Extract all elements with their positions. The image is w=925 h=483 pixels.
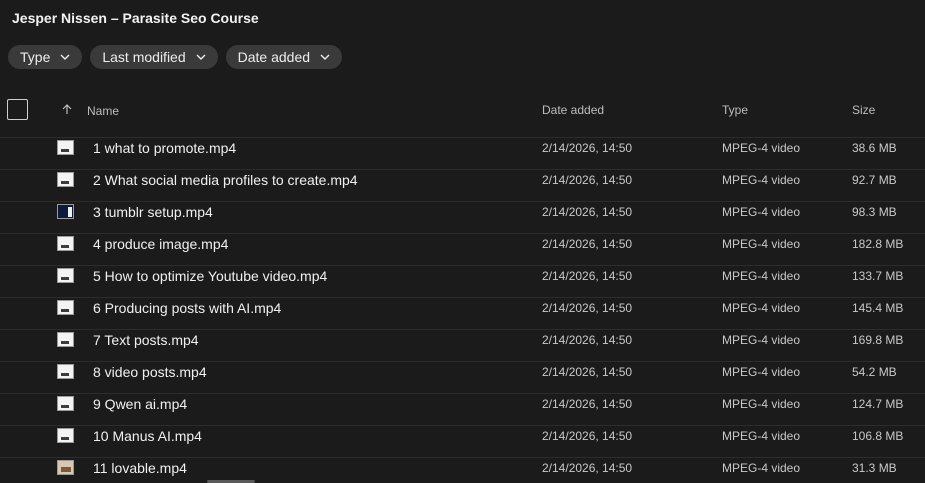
file-size: 31.3 MB xyxy=(852,461,897,475)
file-name: 8 video posts.mp4 xyxy=(93,364,207,380)
chevron-down-icon xyxy=(196,54,206,60)
file-name: 1 what to promote.mp4 xyxy=(93,140,237,156)
file-name: 11 lovable.mp4 xyxy=(93,460,187,476)
file-type: MPEG-4 video xyxy=(722,205,801,219)
file-name: 7 Text posts.mp4 xyxy=(93,332,199,348)
file-type: MPEG-4 video xyxy=(722,397,801,411)
file-size: 145.4 MB xyxy=(852,301,904,315)
file-type: MPEG-4 video xyxy=(722,141,801,155)
file-name: 4 produce image.mp4 xyxy=(93,236,229,252)
video-thumbnail-icon xyxy=(57,300,74,315)
file-name: 3 tumblr setup.mp4 xyxy=(93,204,213,220)
file-type: MPEG-4 video xyxy=(722,461,801,475)
arrow-up-icon[interactable] xyxy=(61,103,73,115)
file-date-added: 2/14/2026, 14:50 xyxy=(542,301,633,315)
chevron-down-icon xyxy=(60,54,70,60)
column-header-type[interactable]: Type xyxy=(722,103,748,117)
chevron-down-icon xyxy=(320,54,330,60)
file-size: 92.7 MB xyxy=(852,173,897,187)
file-date-added: 2/14/2026, 14:50 xyxy=(542,173,633,187)
filter-date-added-button[interactable]: Date added xyxy=(225,45,343,69)
file-type: MPEG-4 video xyxy=(722,269,801,283)
filter-label: Date added xyxy=(237,49,311,65)
video-thumbnail-icon xyxy=(57,140,74,155)
file-date-added: 2/14/2026, 14:50 xyxy=(542,461,633,475)
file-date-added: 2/14/2026, 14:50 xyxy=(542,141,633,155)
file-size: 124.7 MB xyxy=(852,397,904,411)
filter-last-modified-button[interactable]: Last modified xyxy=(90,45,218,69)
file-type: MPEG-4 video xyxy=(722,365,801,379)
file-name: 5 How to optimize Youtube video.mp4 xyxy=(93,268,328,284)
file-name: 10 Manus AI.mp4 xyxy=(93,428,202,444)
video-thumbnail-icon xyxy=(57,364,74,379)
file-date-added: 2/14/2026, 14:50 xyxy=(542,269,633,283)
file-size: 133.7 MB xyxy=(852,269,904,283)
file-row[interactable]: 5 How to optimize Youtube video.mp4 2/14… xyxy=(0,265,925,297)
file-size: 182.8 MB xyxy=(852,237,904,251)
video-thumbnail-icon xyxy=(57,204,74,219)
file-date-added: 2/14/2026, 14:50 xyxy=(542,237,633,251)
file-row[interactable]: 2 What social media profiles to create.m… xyxy=(0,169,925,201)
file-name: 6 Producing posts with AI.mp4 xyxy=(93,300,282,316)
file-size: 38.6 MB xyxy=(852,141,897,155)
file-size: 169.8 MB xyxy=(852,333,904,347)
file-type: MPEG-4 video xyxy=(722,333,801,347)
file-row[interactable]: 7 Text posts.mp4 2/14/2026, 14:50 MPEG-4… xyxy=(0,329,925,361)
file-list: 1 what to promote.mp4 2/14/2026, 14:50 M… xyxy=(0,137,925,483)
column-header-name[interactable]: Name xyxy=(87,104,119,118)
file-date-added: 2/14/2026, 14:50 xyxy=(542,429,633,443)
file-row[interactable]: 3 tumblr setup.mp4 2/14/2026, 14:50 MPEG… xyxy=(0,201,925,233)
video-thumbnail-icon xyxy=(57,236,74,251)
file-name: 9 Qwen ai.mp4 xyxy=(93,396,188,412)
video-thumbnail-icon xyxy=(57,268,74,283)
column-header-row: Name Date added Type Size xyxy=(0,94,925,130)
filter-label: Type xyxy=(20,49,51,65)
folder-title: Jesper Nissen – Parasite Seo Course xyxy=(12,10,259,26)
file-size: 54.2 MB xyxy=(852,365,897,379)
filter-bar: Type Last modified Date added xyxy=(8,45,343,69)
video-thumbnail-icon xyxy=(57,396,74,411)
file-row[interactable]: 9 Qwen ai.mp4 2/14/2026, 14:50 MPEG-4 vi… xyxy=(0,393,925,425)
file-row[interactable]: 10 Manus AI.mp4 2/14/2026, 14:50 MPEG-4 … xyxy=(0,425,925,457)
file-type: MPEG-4 video xyxy=(722,429,801,443)
file-size: 106.8 MB xyxy=(852,429,904,443)
video-thumbnail-icon xyxy=(57,428,74,443)
file-date-added: 2/14/2026, 14:50 xyxy=(542,333,633,347)
file-row[interactable]: 8 video posts.mp4 2/14/2026, 14:50 MPEG-… xyxy=(0,361,925,393)
file-name: 2 What social media profiles to create.m… xyxy=(93,172,358,188)
file-type: MPEG-4 video xyxy=(722,237,801,251)
filter-label: Last modified xyxy=(102,49,186,65)
video-thumbnail-icon xyxy=(57,172,74,187)
file-size: 98.3 MB xyxy=(852,205,897,219)
file-type: MPEG-4 video xyxy=(722,301,801,315)
video-thumbnail-icon xyxy=(57,332,74,347)
column-header-date-added[interactable]: Date added xyxy=(542,103,604,117)
file-date-added: 2/14/2026, 14:50 xyxy=(542,397,633,411)
video-thumbnail-icon xyxy=(57,460,74,475)
file-row[interactable]: 6 Producing posts with AI.mp4 2/14/2026,… xyxy=(0,297,925,329)
file-row[interactable]: 4 produce image.mp4 2/14/2026, 14:50 MPE… xyxy=(0,233,925,265)
file-type: MPEG-4 video xyxy=(722,173,801,187)
file-row[interactable]: 1 what to promote.mp4 2/14/2026, 14:50 M… xyxy=(0,137,925,169)
file-row[interactable]: 11 lovable.mp4 2/14/2026, 14:50 MPEG-4 v… xyxy=(0,457,925,483)
file-date-added: 2/14/2026, 14:50 xyxy=(542,205,633,219)
column-header-size[interactable]: Size xyxy=(852,103,875,117)
select-all-checkbox[interactable] xyxy=(7,99,28,120)
file-date-added: 2/14/2026, 14:50 xyxy=(542,365,633,379)
filter-type-button[interactable]: Type xyxy=(8,45,83,69)
